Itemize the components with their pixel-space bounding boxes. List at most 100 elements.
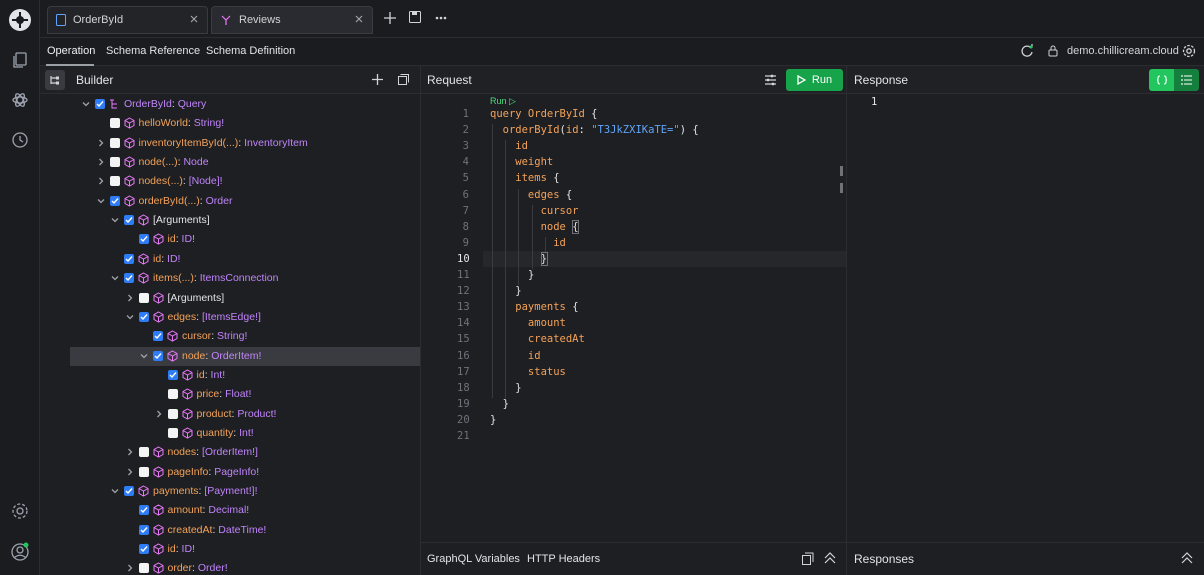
tree-row[interactable]: id: ID! (70, 540, 420, 559)
chevron-down-icon[interactable] (126, 313, 134, 321)
run-codelens[interactable]: Run ▷ (490, 96, 516, 107)
code-line[interactable]: cursor (490, 205, 579, 217)
tree-row[interactable]: nodes: [OrderItem!] (70, 443, 420, 462)
tree-row[interactable]: orderById(...): Order (70, 192, 420, 211)
chevron-down-icon[interactable] (82, 100, 90, 108)
tree-row[interactable]: OrderById: Query (70, 95, 420, 114)
tree-row[interactable]: inventoryItemById(...): InventoryItem (70, 134, 420, 153)
field-checkbox[interactable] (138, 292, 149, 303)
tree-row[interactable]: price: Float! (70, 385, 420, 404)
code-line[interactable]: } (490, 398, 509, 410)
field-checkbox[interactable] (167, 408, 178, 419)
code-line[interactable]: id (490, 140, 528, 152)
field-checkbox[interactable] (167, 369, 178, 380)
history-icon[interactable] (8, 128, 32, 152)
field-checkbox[interactable] (138, 524, 149, 535)
chevron-right-icon[interactable] (97, 139, 105, 147)
code-line[interactable]: id (490, 350, 541, 362)
chevron-right-icon[interactable] (97, 158, 105, 166)
field-checkbox[interactable] (95, 99, 105, 109)
code-line[interactable]: } (490, 414, 496, 426)
code-line[interactable]: id (490, 237, 566, 249)
field-checkbox[interactable] (138, 505, 149, 516)
tree-row[interactable]: product: Product! (70, 405, 420, 424)
tree-row[interactable]: [Arguments] (70, 211, 420, 230)
settings-gear-icon[interactable] (8, 499, 32, 523)
tab-reviews[interactable]: Reviews (211, 6, 373, 34)
tree-row[interactable]: amount: Decimal! (70, 501, 420, 520)
tree-row[interactable]: node(...): Node (70, 153, 420, 172)
tree-row[interactable]: items(...): ItemsConnection (70, 269, 420, 288)
tab-operation[interactable]: Operation (47, 45, 95, 57)
chevron-down-icon[interactable] (97, 197, 105, 205)
field-checkbox[interactable] (138, 234, 149, 245)
tree-row[interactable]: id: Int! (70, 366, 420, 385)
responses-label[interactable]: Responses (854, 552, 914, 566)
app-logo-icon[interactable] (8, 8, 32, 32)
expand-up-icon[interactable] (824, 552, 836, 564)
documents-icon[interactable] (8, 48, 32, 72)
add-icon[interactable] (371, 73, 384, 86)
code-line[interactable]: amount (490, 317, 566, 329)
field-checkbox[interactable] (124, 253, 134, 264)
collapse-all-icon[interactable] (398, 74, 409, 85)
code-line[interactable]: orderById(id: "T3JkZXIKaTE=") { (490, 124, 699, 136)
field-checkbox[interactable] (167, 427, 178, 438)
tree-row[interactable]: nodes(...): [Node]! (70, 172, 420, 191)
chevron-right-icon[interactable] (97, 177, 105, 185)
save-icon[interactable] (409, 11, 421, 23)
account-avatar-icon[interactable] (8, 540, 32, 564)
tree-row[interactable]: createdAt: DateTime! (70, 521, 420, 540)
tree-row[interactable]: id: ID! (70, 250, 420, 269)
copy-icon[interactable] (802, 552, 814, 565)
tree-row[interactable]: node: OrderItem! (70, 346, 420, 366)
tree-row[interactable]: edges: [ItemsEdge!] (70, 308, 420, 327)
run-button[interactable]: Run (786, 69, 843, 91)
chevron-down-icon[interactable] (111, 487, 119, 495)
field-checkbox[interactable] (167, 389, 178, 400)
tab-orderbyid[interactable]: OrderById (47, 6, 208, 34)
code-line[interactable]: } (490, 285, 521, 297)
tab-schema-reference[interactable]: Schema Reference (106, 45, 200, 57)
field-checkbox[interactable] (138, 563, 149, 574)
list-view-button[interactable] (1174, 69, 1199, 91)
tree-row[interactable]: helloWorld: String! (70, 114, 420, 133)
tab-graphql-variables[interactable]: GraphQL Variables (427, 553, 520, 565)
expand-up-icon[interactable] (1181, 552, 1193, 564)
close-tab-icon[interactable] (354, 14, 364, 24)
field-checkbox[interactable] (153, 350, 163, 361)
code-line[interactable]: weight (490, 156, 553, 168)
code-line[interactable]: payments { (490, 301, 578, 313)
code-line[interactable]: node { (490, 221, 579, 233)
field-checkbox[interactable] (109, 176, 120, 187)
field-checkbox[interactable] (109, 157, 120, 168)
code-line[interactable]: status (490, 366, 566, 378)
more-options-icon[interactable] (435, 15, 447, 21)
chevron-right-icon[interactable] (126, 448, 134, 456)
chevron-right-icon[interactable] (126, 564, 134, 572)
code-line[interactable]: } (490, 269, 534, 281)
api-icon[interactable] (8, 88, 32, 112)
field-checkbox[interactable] (138, 447, 149, 458)
code-line[interactable]: } (490, 253, 547, 265)
chevron-down-icon[interactable] (111, 274, 119, 282)
code-line[interactable]: createdAt (490, 333, 585, 345)
query-editor[interactable]: Run ▷ 1 query OrderById {2 orderById(id: … (421, 95, 846, 542)
refresh-schema-icon[interactable] (1020, 44, 1034, 58)
field-checkbox[interactable] (138, 311, 149, 322)
tab-schema-definition[interactable]: Schema Definition (206, 45, 295, 57)
field-checkbox[interactable] (109, 137, 120, 148)
tree-row[interactable]: payments: [Payment!]! (70, 482, 420, 501)
tree-row[interactable]: cursor: String! (70, 327, 420, 346)
field-checkbox[interactable] (138, 466, 149, 477)
field-checkbox[interactable] (153, 331, 163, 342)
connection-url[interactable]: demo.chillicream.cloud (1067, 45, 1179, 57)
chevron-right-icon[interactable] (126, 294, 134, 302)
code-line[interactable]: query OrderById { (490, 108, 597, 120)
tree-row[interactable]: [Arguments] (70, 289, 420, 308)
field-checkbox[interactable] (124, 273, 134, 284)
connection-settings-gear-icon[interactable] (1182, 44, 1196, 58)
tree-row[interactable]: quantity: Int! (70, 424, 420, 443)
builder-toggle-button[interactable] (45, 70, 65, 90)
code-line[interactable]: items { (490, 172, 559, 184)
